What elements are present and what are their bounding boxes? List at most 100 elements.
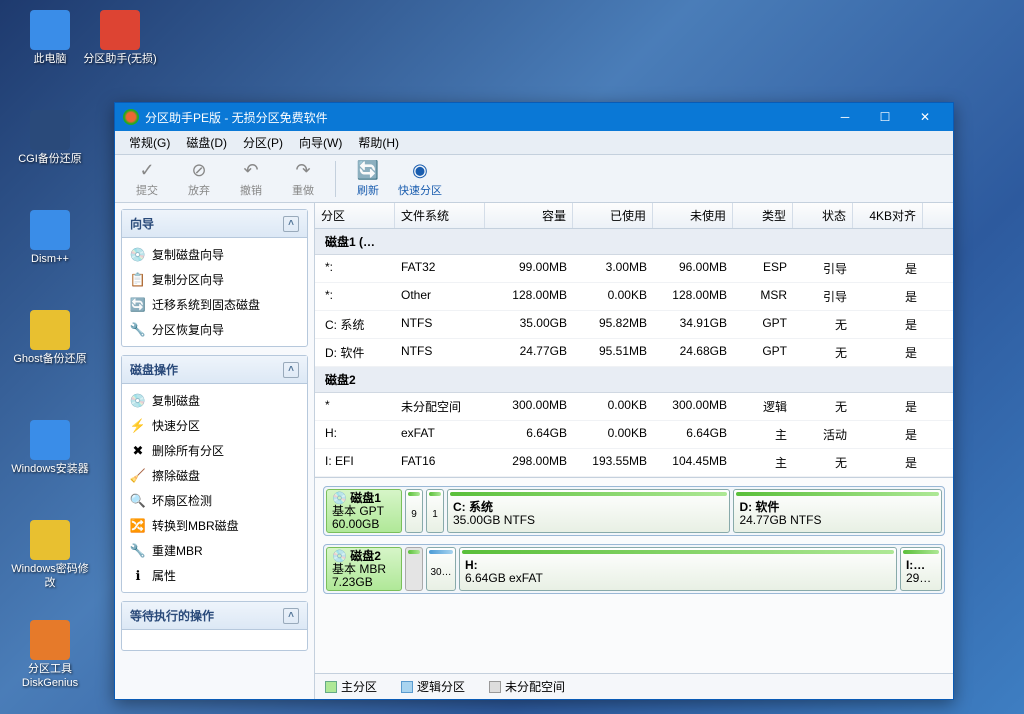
disk-header[interactable]: 磁盘1 (… <box>315 229 953 255</box>
wizard-panel-header[interactable]: 向导 ˄ <box>122 210 307 238</box>
cell: GPT <box>733 314 793 335</box>
toolbar-button[interactable]: 🔄刷新 <box>342 157 394 201</box>
partition-row[interactable]: D: 软件NTFS24.77GB95.51MB24.68GBGPT无是 <box>315 339 953 367</box>
toolbar-button[interactable]: ⊘放弃 <box>173 157 225 201</box>
partition-segment[interactable]: H:6.64GB exFAT <box>459 547 897 591</box>
toolbar-button[interactable]: ↶撤销 <box>225 157 277 201</box>
partition-segment[interactable]: I:…29… <box>900 547 942 591</box>
disk-map[interactable]: 💿 磁盘2基本 MBR7.23GB 30…H:6.64GB exFATI:…29… <box>323 544 945 594</box>
partition-segment[interactable]: C: 系统35.00GB NTFS <box>447 489 730 533</box>
desktop-app-icon <box>30 210 70 250</box>
cell: 34.91GB <box>653 314 733 335</box>
close-button[interactable]: ✕ <box>905 103 945 131</box>
partition-table[interactable]: 磁盘1 (…*:FAT3299.00MB3.00MB96.00MBESP引导是*… <box>315 229 953 477</box>
column-header[interactable]: 未使用 <box>653 203 733 228</box>
cell: 0.00KB <box>573 396 653 417</box>
toolbar-button[interactable]: ↷重做 <box>277 157 329 201</box>
pending-panel-header[interactable]: 等待执行的操作 ˄ <box>122 602 307 630</box>
desktop-icon[interactable]: Ghost备份还原 <box>10 310 90 366</box>
desktop-icon-label: 分区助手(无损) <box>80 52 160 66</box>
partition-segment[interactable]: 9 <box>405 489 423 533</box>
column-header[interactable]: 容量 <box>485 203 573 228</box>
sidebar-item[interactable]: 🧹擦除磁盘 <box>124 463 305 488</box>
sidebar-item-label: 属性 <box>152 567 176 584</box>
sidebar-item[interactable]: 🔍坏扇区检测 <box>124 488 305 513</box>
diskop-panel-header[interactable]: 磁盘操作 ˄ <box>122 356 307 384</box>
partition-segment[interactable]: D: 软件24.77GB NTFS <box>733 489 942 533</box>
sidebar-item[interactable]: 📋复制分区向导 <box>124 267 305 292</box>
desktop-icon-label: CGI备份还原 <box>10 152 90 166</box>
sidebar-item[interactable]: 💿复制磁盘 <box>124 388 305 413</box>
desktop-icon-label: Windows安装器 <box>10 462 90 476</box>
sidebar-item[interactable]: 🔄迁移系统到固态磁盘 <box>124 292 305 317</box>
column-header[interactable]: 分区 <box>315 203 395 228</box>
partition-row[interactable]: *未分配空间300.00MB0.00KB300.00MB逻辑无是 <box>315 393 953 421</box>
title-bar[interactable]: 分区助手PE版 - 无损分区免费软件 ─ ☐ ✕ <box>115 103 953 131</box>
menu-item[interactable]: 分区(P) <box>235 131 291 154</box>
sidebar-item[interactable]: 🔧重建MBR <box>124 538 305 563</box>
sidebar-item[interactable]: 🔧分区恢复向导 <box>124 317 305 342</box>
column-header[interactable]: 类型 <box>733 203 793 228</box>
desktop-icon[interactable]: Windows密码修改 <box>10 520 90 590</box>
sidebar-item[interactable]: 💿复制磁盘向导 <box>124 242 305 267</box>
collapse-icon[interactable]: ˄ <box>283 362 299 378</box>
column-header[interactable]: 状态 <box>793 203 853 228</box>
sidebar-item[interactable]: ⚡快速分区 <box>124 413 305 438</box>
partition-segment[interactable]: 30… <box>426 547 456 591</box>
partition-row[interactable]: C: 系统NTFS35.00GB95.82MB34.91GBGPT无是 <box>315 311 953 339</box>
desktop-app-icon <box>100 10 140 50</box>
menu-item[interactable]: 磁盘(D) <box>178 131 235 154</box>
diskop-panel-title: 磁盘操作 <box>130 361 178 378</box>
disk-map-label[interactable]: 💿 磁盘2基本 MBR7.23GB <box>326 547 402 591</box>
sidebar-item-icon: 📋 <box>130 272 146 288</box>
sidebar-item-label: 删除所有分区 <box>152 442 224 459</box>
column-header[interactable]: 已使用 <box>573 203 653 228</box>
toolbar-label: 刷新 <box>357 182 379 198</box>
cell: 298.00MB <box>485 452 573 473</box>
desktop-icon-label: 此电脑 <box>10 52 90 66</box>
column-header[interactable]: 4KB对齐 <box>853 203 923 228</box>
partition-row[interactable]: *:FAT3299.00MB3.00MB96.00MBESP引导是 <box>315 255 953 283</box>
legend-unalloc: 未分配空间 <box>505 678 565 695</box>
disk-header[interactable]: 磁盘2 <box>315 367 953 393</box>
desktop-icon-label: Ghost备份还原 <box>10 352 90 366</box>
sidebar-item[interactable]: ✖删除所有分区 <box>124 438 305 463</box>
partition-row[interactable]: *:Other128.00MB0.00KB128.00MBMSR引导是 <box>315 283 953 311</box>
desktop-icon[interactable]: Windows安装器 <box>10 420 90 476</box>
menu-item[interactable]: 帮助(H) <box>350 131 407 154</box>
menu-item[interactable]: 向导(W) <box>291 131 350 154</box>
desktop-icon[interactable]: CGI备份还原 <box>10 110 90 166</box>
minimize-button[interactable]: ─ <box>825 103 865 131</box>
logical-swatch <box>401 681 413 693</box>
toolbar-button[interactable]: ◉快速分区 <box>394 157 446 201</box>
cell: 35.00GB <box>485 314 573 335</box>
desktop-icon[interactable]: 分区工具DiskGenius <box>10 620 90 690</box>
sidebar-item-icon: 🧹 <box>130 468 146 484</box>
app-window: 分区助手PE版 - 无损分区免费软件 ─ ☐ ✕ 常规(G)磁盘(D)分区(P)… <box>114 102 954 700</box>
menu-item[interactable]: 常规(G) <box>121 131 178 154</box>
desktop-icon[interactable]: 分区助手(无损) <box>80 10 160 66</box>
cell: H: <box>315 424 395 445</box>
collapse-icon[interactable]: ˄ <box>283 216 299 232</box>
disk-map-label[interactable]: 💿 磁盘1基本 GPT60.00GB <box>326 489 402 533</box>
partition-segment[interactable]: 1 <box>426 489 444 533</box>
cell: 是 <box>853 314 923 335</box>
sidebar-item[interactable]: 🔀转换到MBR磁盘 <box>124 513 305 538</box>
desktop-icon[interactable]: Dism++ <box>10 210 90 266</box>
desktop-icon[interactable]: 此电脑 <box>10 10 90 66</box>
maximize-button[interactable]: ☐ <box>865 103 905 131</box>
sidebar: 向导 ˄ 💿复制磁盘向导📋复制分区向导🔄迁移系统到固态磁盘🔧分区恢复向导 磁盘操… <box>115 203 315 699</box>
column-header[interactable]: 文件系统 <box>395 203 485 228</box>
disk-map[interactable]: 💿 磁盘1基本 GPT60.00GB91C: 系统35.00GB NTFSD: … <box>323 486 945 536</box>
toolbar-button[interactable]: ✓提交 <box>121 157 173 201</box>
partition-row[interactable]: H:exFAT6.64GB0.00KB6.64GB主活动是 <box>315 421 953 449</box>
cell: 95.82MB <box>573 314 653 335</box>
collapse-icon[interactable]: ˄ <box>283 608 299 624</box>
cell: NTFS <box>395 314 485 335</box>
cell: ESP <box>733 258 793 279</box>
partition-segment[interactable] <box>405 547 423 591</box>
sidebar-item[interactable]: ℹ属性 <box>124 563 305 588</box>
partition-row[interactable]: I: EFIFAT16298.00MB193.55MB104.45MB主无是 <box>315 449 953 477</box>
cell: 0.00KB <box>573 286 653 307</box>
cell: NTFS <box>395 342 485 363</box>
